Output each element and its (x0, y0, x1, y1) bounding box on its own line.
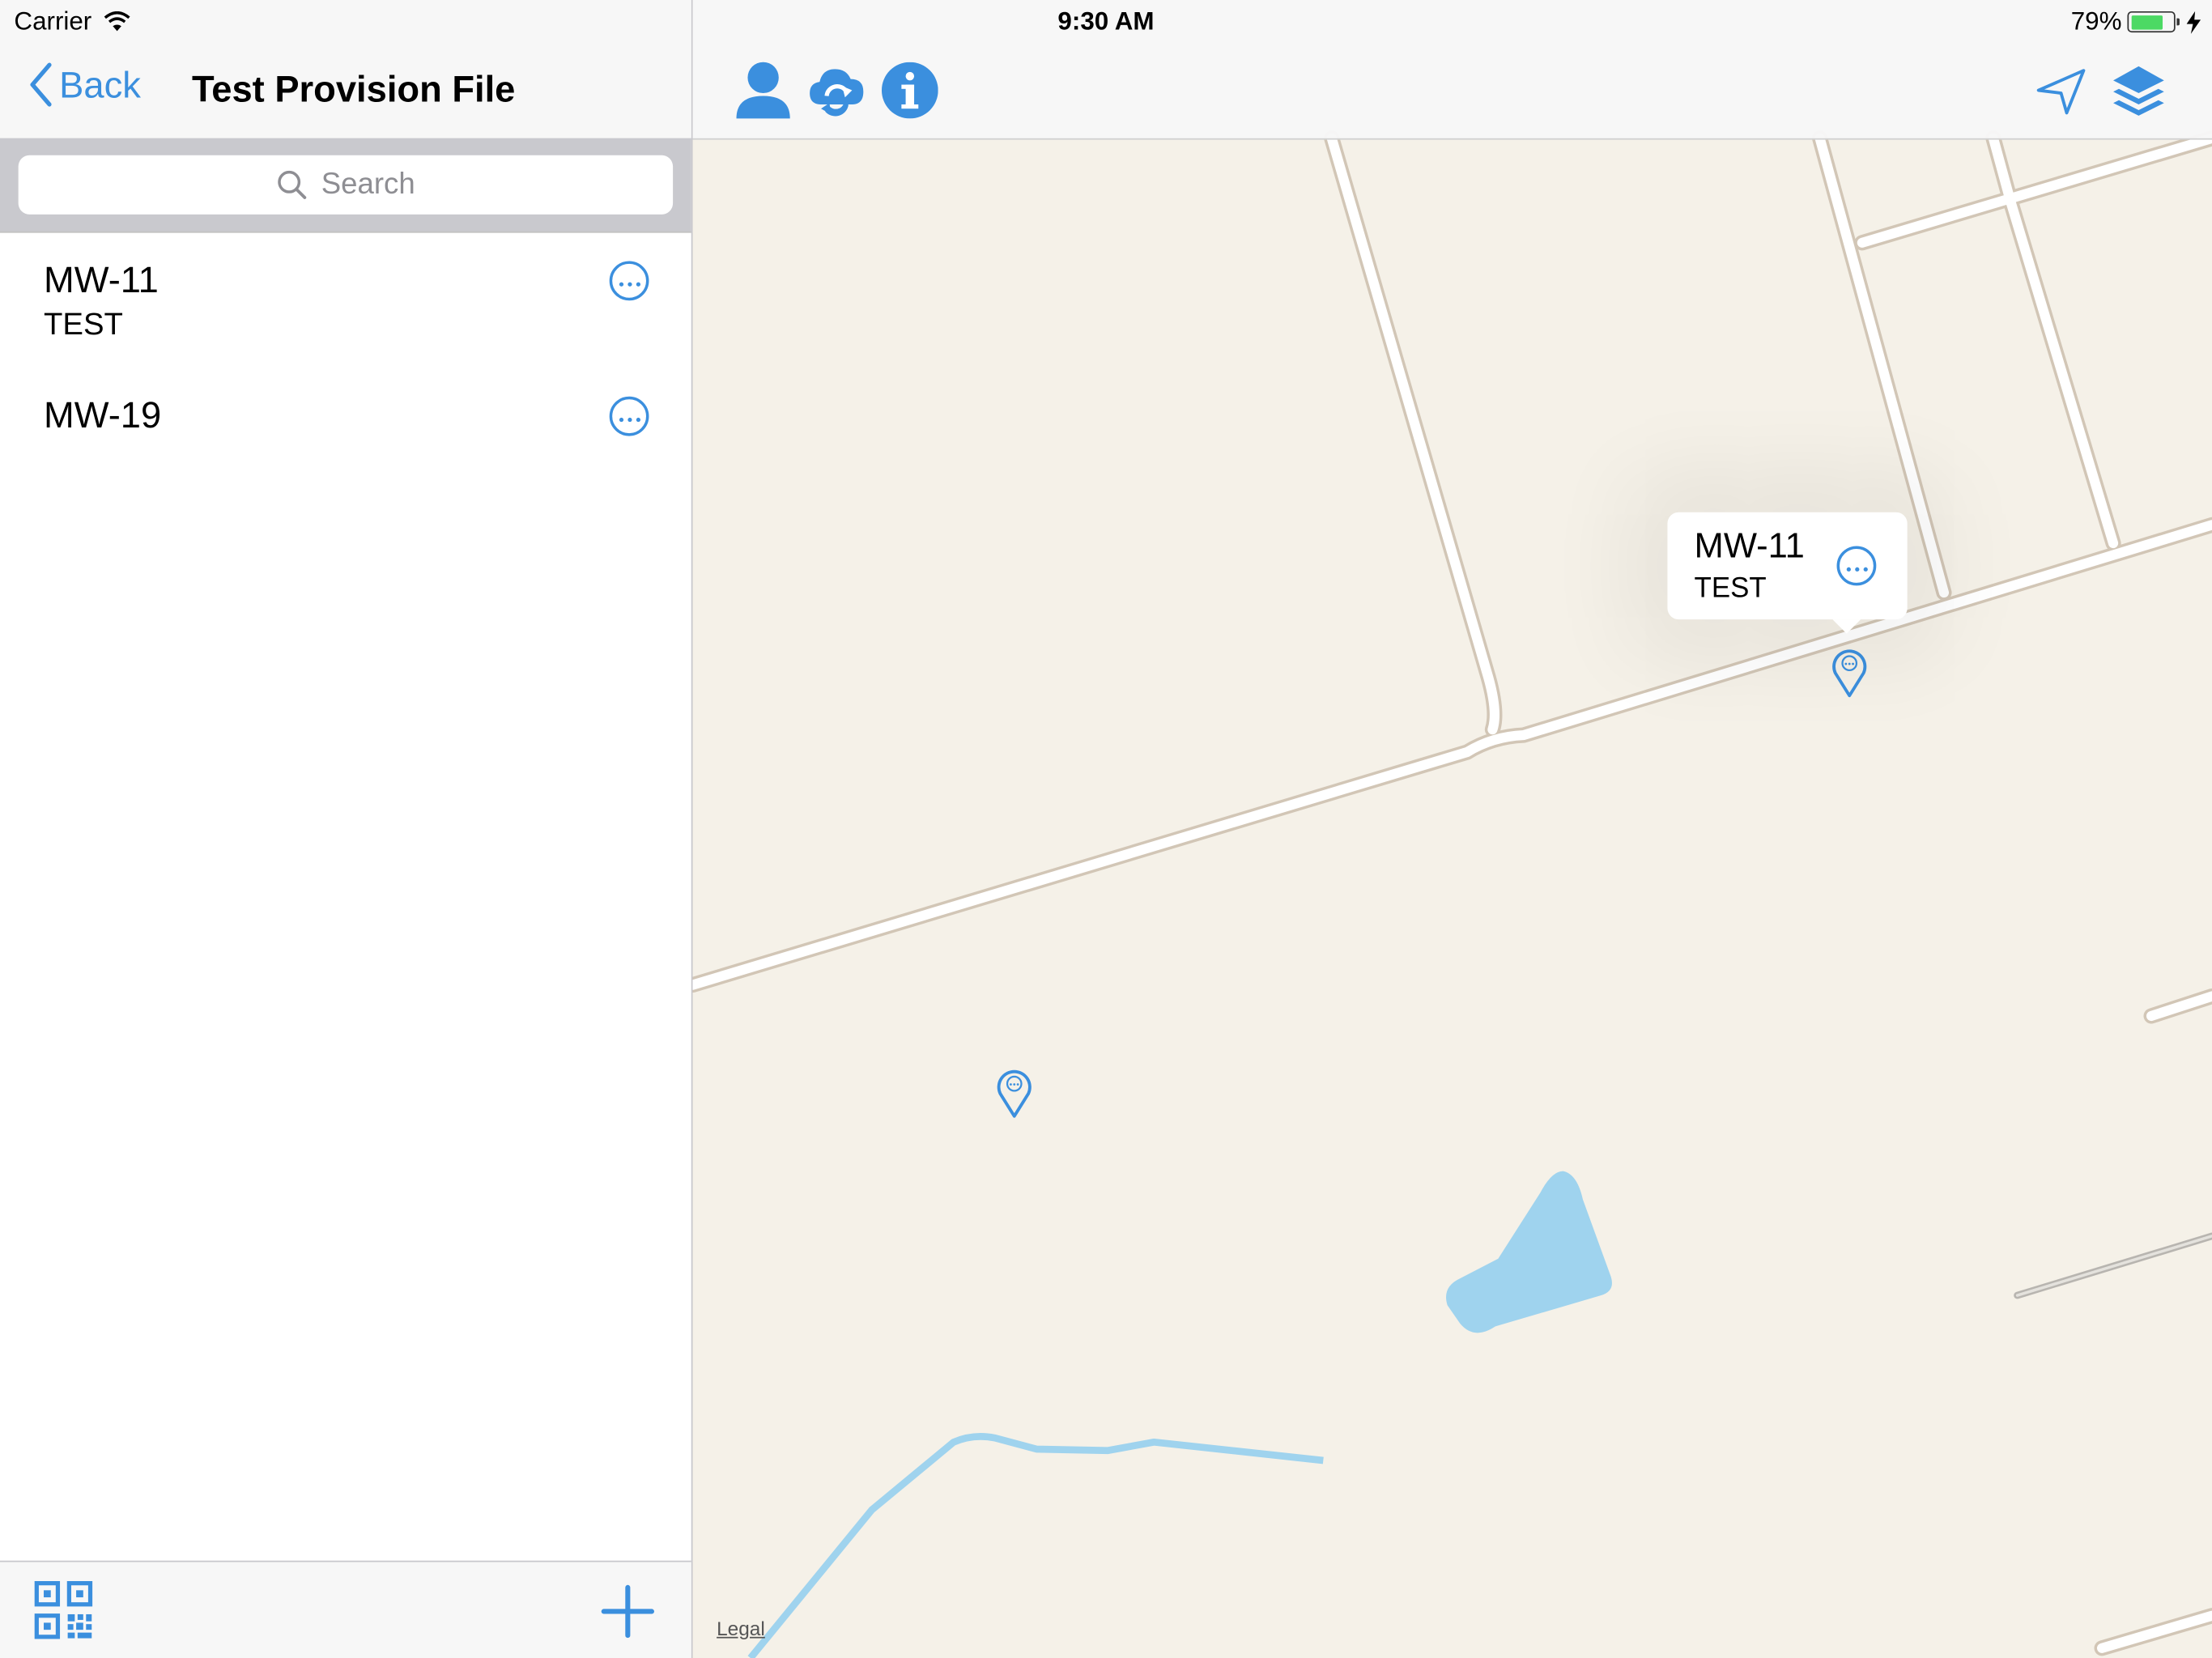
list-item-title: MW-19 (44, 393, 162, 436)
list-item[interactable]: MW-19 (0, 371, 691, 467)
search-input[interactable]: Search (18, 155, 674, 215)
back-button[interactable]: Back (28, 62, 141, 108)
callout-subtitle: TEST (1694, 572, 1767, 604)
map-pin-mw-11[interactable] (1831, 645, 1868, 699)
cloud-sync-icon[interactable] (808, 62, 865, 119)
search-icon (277, 170, 306, 199)
stream (747, 1433, 1324, 1658)
more-icon[interactable] (609, 261, 649, 301)
map-canvas[interactable] (692, 0, 2212, 1658)
more-icon[interactable] (609, 396, 649, 436)
location-arrow-icon[interactable] (2035, 68, 2087, 116)
info-icon[interactable] (881, 62, 938, 119)
search-placeholder: Search (321, 168, 415, 201)
map-view[interactable] (692, 0, 2212, 1658)
add-icon[interactable] (601, 1584, 655, 1639)
status-time: 9:30 AM (1057, 6, 1155, 36)
list-item[interactable]: MW-11 TEST (0, 233, 691, 372)
status-bar: Carrier 9:30 AM 79% (0, 0, 2212, 42)
chevron-left-icon (30, 62, 52, 107)
callout-more-icon[interactable] (1836, 546, 1877, 586)
ipad-screen: MW-11 TEST Legal Back Test Provision Fil… (0, 0, 2212, 1658)
sidebar-bottom-toolbar (0, 1560, 691, 1658)
qr-code-icon[interactable] (34, 1580, 93, 1639)
lake (1446, 1171, 1612, 1333)
legal-link[interactable]: Legal (717, 1617, 765, 1639)
battery-icon (2127, 11, 2180, 33)
layers-icon[interactable] (2111, 63, 2167, 120)
callout-title: MW-11 (1694, 526, 1805, 566)
map-callout[interactable]: MW-11 TEST (1667, 512, 1908, 634)
map-pin-mw-19[interactable] (996, 1065, 1032, 1119)
list-item-subtitle: TEST (44, 306, 123, 342)
charging-bolt-icon (2186, 11, 2201, 33)
battery-level (2130, 15, 2163, 29)
provision-list: MW-11 TEST MW-19 (0, 233, 691, 467)
list-item-title: MW-11 (44, 257, 159, 301)
battery-percent: 79% (2070, 6, 2122, 36)
user-icon[interactable] (735, 61, 792, 120)
sidebar: Back Test Provision File Search MW-11 TE… (0, 0, 693, 1658)
back-label: Back (59, 62, 141, 105)
search-bar: Search (0, 138, 691, 233)
page-title: Test Provision File (191, 67, 516, 110)
